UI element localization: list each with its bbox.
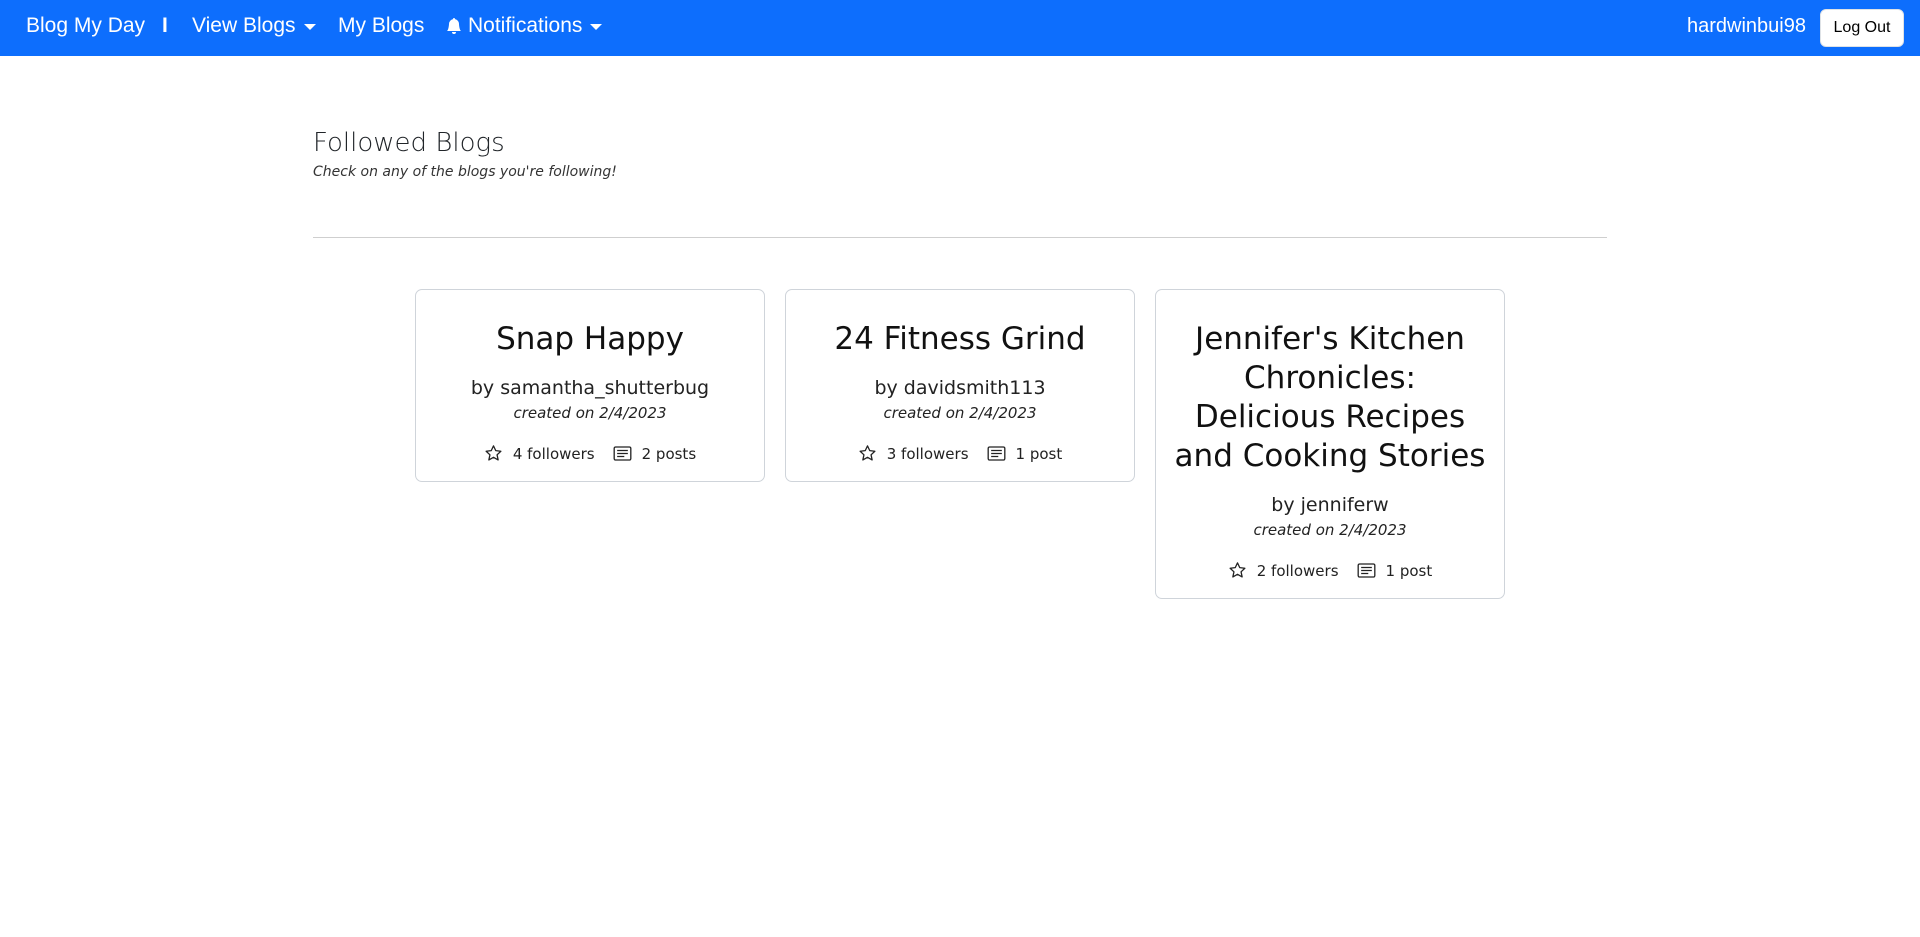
card-text-icon (613, 446, 632, 461)
page-header: Followed Blogs Check on any of the blogs… (313, 128, 617, 180)
card-text-icon (987, 446, 1005, 461)
followers-stat: 4 followers (484, 444, 595, 463)
blog-title[interactable]: 24 Fitness Grind (802, 320, 1118, 359)
blog-created-date: created on 2/4/2023 (1253, 521, 1407, 539)
followers-count: 3 followers (886, 444, 969, 463)
posts-stat: 2 posts (613, 444, 697, 463)
posts-stat: 1 post (987, 444, 1063, 463)
blog-author: by jenniferw (1271, 494, 1389, 516)
blog-created-date: created on 2/4/2023 (513, 404, 667, 422)
view-blogs-label: View Blogs (192, 14, 296, 37)
notifications-label: Notifications (468, 14, 583, 37)
bell-icon (447, 18, 461, 34)
followers-count: 2 followers (1256, 561, 1339, 580)
blog-title[interactable]: Jennifer's Kitchen Chronicles: Delicious… (1172, 320, 1488, 476)
my-blogs-link[interactable]: My Blogs (338, 14, 424, 38)
blog-stats: 3 followers 1 post (802, 444, 1118, 463)
star-icon (859, 445, 876, 461)
blog-created-date: created on 2/4/2023 (883, 404, 1037, 422)
username: hardwinbui98 (1687, 15, 1806, 37)
star-icon (1229, 562, 1246, 578)
brand-link[interactable]: Blog My Day (26, 14, 145, 38)
posts-count: 2 posts (641, 444, 697, 463)
chevron-down-icon (590, 24, 603, 30)
followers-stat: 3 followers (858, 444, 969, 463)
followers-stat: 2 followers (1228, 561, 1339, 580)
logout-button[interactable]: Log Out (1820, 9, 1904, 47)
followers-count: 4 followers (512, 444, 595, 463)
posts-count: 1 post (1015, 444, 1063, 463)
star-icon (485, 445, 502, 461)
blog-stats: 2 followers 1 post (1172, 561, 1488, 580)
top-navbar: Blog My Day I View Blogs My Blogs Notifi… (0, 0, 1920, 56)
divider (313, 237, 1607, 238)
page-subtitle: Check on any of the blogs you're followi… (313, 164, 617, 180)
blog-author: by davidsmith113 (874, 377, 1046, 399)
card-text-icon (1357, 563, 1375, 578)
posts-stat: 1 post (1357, 561, 1433, 580)
blog-stats: 4 followers 2 posts (432, 444, 748, 463)
blog-card[interactable]: 24 Fitness Grind by davidsmith113 create… (785, 289, 1135, 482)
blog-card[interactable]: Snap Happy by samantha_shutterbug create… (415, 289, 765, 482)
blog-author: by samantha_shutterbug (470, 377, 710, 399)
view-blogs-dropdown[interactable]: View Blogs (192, 14, 316, 38)
my-blogs-label: My Blogs (338, 14, 425, 37)
blog-title[interactable]: Snap Happy (432, 320, 748, 359)
nav-separator: I (162, 14, 168, 37)
blog-card[interactable]: Jennifer's Kitchen Chronicles: Delicious… (1155, 289, 1505, 599)
chevron-down-icon (303, 24, 316, 30)
posts-count: 1 post (1385, 561, 1433, 580)
page-title: Followed Blogs (313, 128, 505, 158)
notifications-dropdown[interactable]: Notifications (446, 14, 603, 38)
